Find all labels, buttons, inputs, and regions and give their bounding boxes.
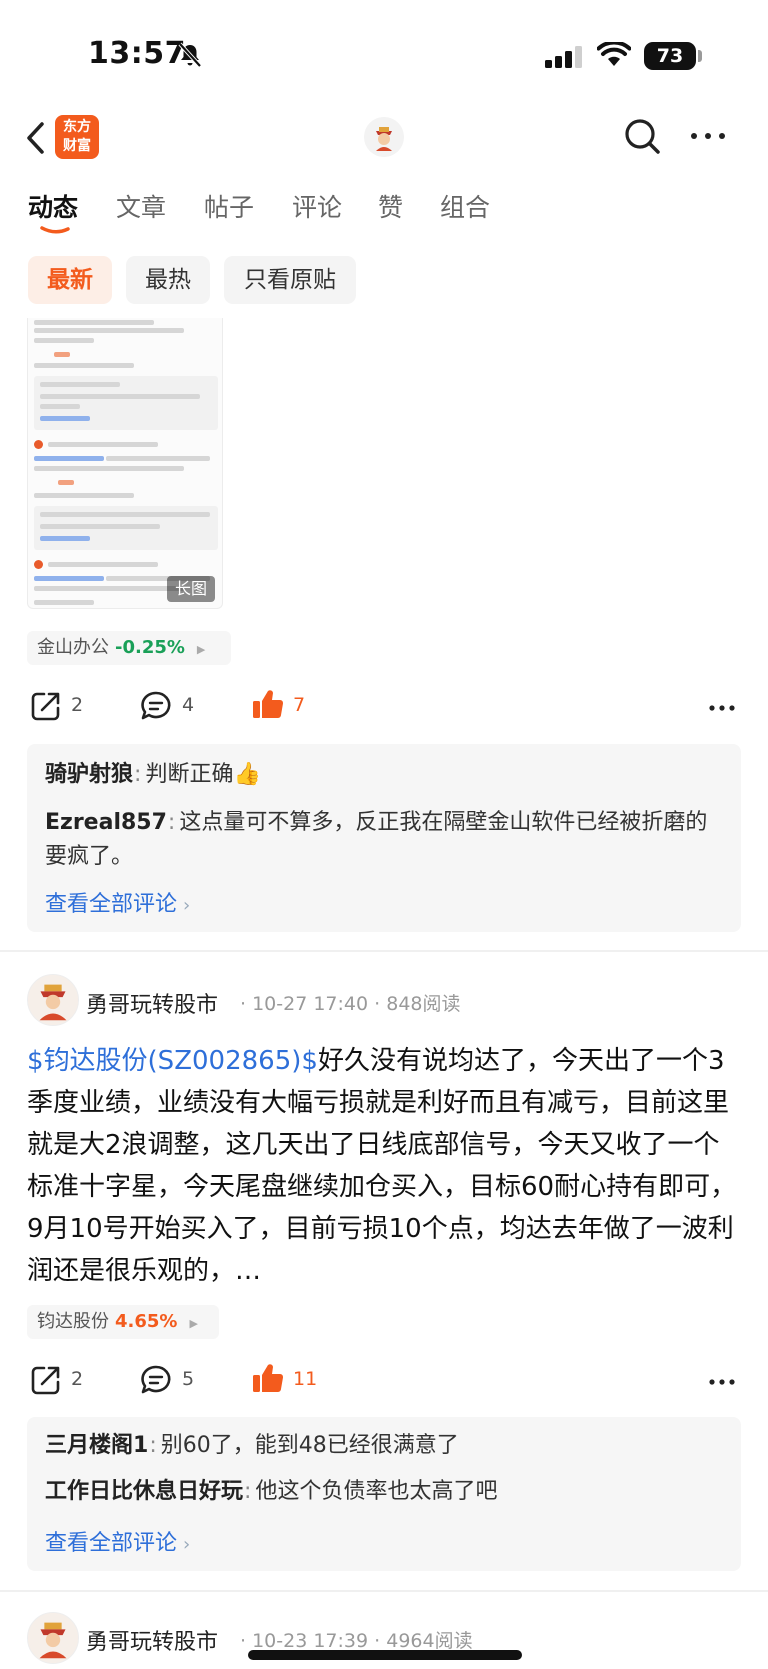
battery-indicator: 73 xyxy=(644,42,696,70)
comment-user[interactable]: 三月楼阁1 xyxy=(45,1433,148,1458)
post-more-icon[interactable] xyxy=(708,704,736,712)
filter-original-only[interactable]: 只看原贴 xyxy=(224,256,356,304)
share-icon[interactable] xyxy=(30,1364,62,1396)
battery-cap xyxy=(698,50,702,62)
long-image-thumbnail[interactable] xyxy=(27,318,223,609)
comment-icon[interactable] xyxy=(140,690,172,722)
long-image-badge: 长图 xyxy=(167,576,215,602)
like-count: 7 xyxy=(293,694,306,716)
stock-chip-change: 4.65% xyxy=(115,1311,178,1332)
chip-arrow-icon: ▶ xyxy=(189,1317,198,1330)
comment-count: 5 xyxy=(182,1368,195,1390)
like-count: 11 xyxy=(293,1368,318,1390)
filter-latest[interactable]: 最新 xyxy=(28,256,112,304)
post-content: 好久没有说均达了，今天出了一个3季度业绩，业绩没有大幅亏损就是利好而且有减亏，目… xyxy=(27,1046,737,1286)
stock-link[interactable]: $钧达股份(SZ002865)$ xyxy=(27,1046,318,1076)
tab-articles[interactable]: 文章 xyxy=(116,188,166,224)
tab-portfolio[interactable]: 组合 xyxy=(440,188,490,224)
back-chevron-icon[interactable] xyxy=(24,118,48,158)
see-all-comments-link[interactable]: 查看全部评论 › xyxy=(45,886,190,918)
stock-chip-name: 金山办公 xyxy=(37,637,109,658)
share-icon[interactable] xyxy=(30,690,62,722)
home-indicator[interactable] xyxy=(248,1650,522,1660)
post-meta: · 10-27 17:40 · 848阅读 xyxy=(240,993,461,1015)
stock-chip-kingsoft-office[interactable]: 金山办公 -0.25% ▶ xyxy=(27,631,231,665)
post-reads: 848阅读 xyxy=(386,993,461,1015)
author-avatar[interactable] xyxy=(27,974,79,1026)
comment-user[interactable]: 工作日比休息日好玩 xyxy=(45,1479,243,1504)
comment-text: 判断正确👍 xyxy=(145,762,261,787)
comment-row[interactable]: 骑驴射狼: 判断正确👍 xyxy=(45,758,713,792)
comment-row[interactable]: Ezreal857: 这点量可不算多，反正我在隔壁金山软件已经被折磨的要疯了。 xyxy=(45,806,713,874)
comment-preview-box: 骑驴射狼: 判断正确👍 Ezreal857: 这点量可不算多，反正我在隔壁金山软件已… xyxy=(27,744,741,932)
comment-text: 别60了，能到48已经很满意了 xyxy=(160,1433,459,1458)
see-all-comments-link[interactable]: 查看全部评论 › xyxy=(45,1525,190,1557)
search-icon[interactable] xyxy=(622,116,662,156)
thumbs-up-icon[interactable] xyxy=(252,688,284,720)
post-time: 10-23 17:39 xyxy=(252,1630,369,1652)
app-logo: 东方 财富 xyxy=(55,115,99,159)
author-name[interactable]: 勇哥玩转股市 xyxy=(86,1624,218,1656)
comment-text: 他这个负债率也太高了吧 xyxy=(255,1479,498,1504)
logo-line-1: 东方 xyxy=(63,119,91,135)
comment-user[interactable]: Ezreal857 xyxy=(45,810,167,835)
tab-likes[interactable]: 赞 xyxy=(378,188,403,224)
author-avatar[interactable] xyxy=(27,1612,79,1664)
tab-posts[interactable]: 帖子 xyxy=(204,188,254,224)
post-time: 10-27 17:40 xyxy=(252,993,369,1015)
stock-chip-change: -0.25% xyxy=(115,637,185,658)
see-all-label: 查看全部评论 xyxy=(45,1531,178,1556)
wifi-icon xyxy=(597,42,631,66)
comment-icon[interactable] xyxy=(140,1364,172,1396)
cellular-signal-icon xyxy=(545,46,582,68)
tab-active-indicator xyxy=(40,226,70,234)
post-meta: · 10-23 17:39 · 4964阅读 xyxy=(240,1630,473,1652)
share-count: 2 xyxy=(71,1368,84,1390)
author-name[interactable]: 勇哥玩转股市 xyxy=(86,987,218,1019)
thumbs-up-icon[interactable] xyxy=(252,1362,284,1394)
more-options-icon[interactable] xyxy=(688,130,728,142)
post-divider xyxy=(0,1590,768,1592)
chevron-right-icon: › xyxy=(183,1534,191,1555)
post-body[interactable]: $钧达股份(SZ002865)$好久没有说均达了，今天出了一个3季度业绩，业绩没… xyxy=(27,1040,741,1292)
stock-chip-name: 钧达股份 xyxy=(37,1311,109,1332)
bell-muted-icon xyxy=(178,42,202,68)
comment-row[interactable]: 工作日比休息日好玩: 他这个负债率也太高了吧 xyxy=(45,1475,713,1509)
comment-preview-box: 三月楼阁1: 别60了，能到48已经很满意了 工作日比休息日好玩: 他这个负债率也太… xyxy=(27,1417,741,1571)
stock-chip-junda[interactable]: 钧达股份 4.65% ▶ xyxy=(27,1305,219,1339)
chip-arrow-icon: ▶ xyxy=(196,643,206,656)
comment-row[interactable]: 三月楼阁1: 别60了，能到48已经很满意了 xyxy=(45,1429,713,1463)
filter-hottest[interactable]: 最热 xyxy=(126,256,210,304)
post-reads: 4964阅读 xyxy=(386,1630,473,1652)
comment-count: 4 xyxy=(182,694,195,716)
chevron-right-icon: › xyxy=(183,895,191,916)
post-more-icon[interactable] xyxy=(708,1378,736,1386)
logo-line-2: 财富 xyxy=(63,138,91,154)
share-count: 2 xyxy=(71,694,84,716)
user-avatar[interactable] xyxy=(364,117,404,157)
post-divider xyxy=(0,950,768,952)
tab-comments[interactable]: 评论 xyxy=(292,188,342,224)
comment-user[interactable]: 骑驴射狼 xyxy=(45,762,133,787)
tab-dynamics[interactable]: 动态 xyxy=(28,188,78,224)
see-all-label: 查看全部评论 xyxy=(45,892,178,917)
status-time: 13:57 xyxy=(88,36,186,71)
